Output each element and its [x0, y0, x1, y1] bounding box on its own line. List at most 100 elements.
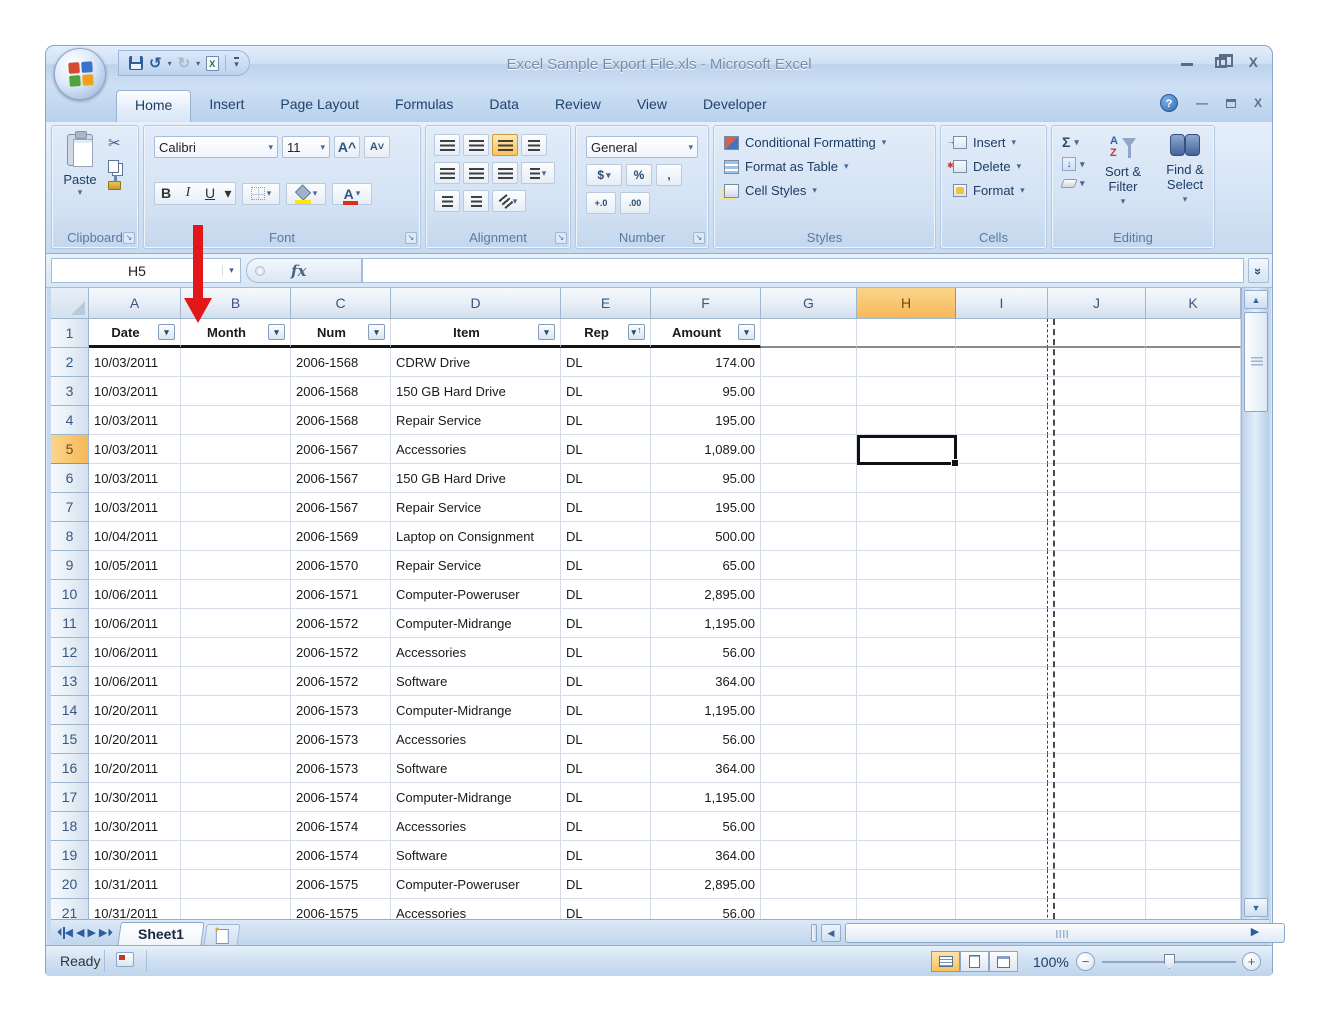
cell-H19[interactable] [857, 841, 956, 870]
row-header-9[interactable]: 9 [51, 551, 89, 580]
row-header-21[interactable]: 21 [51, 899, 89, 919]
orientation-button[interactable]: ▾ [492, 190, 526, 212]
cell-E10[interactable]: DL [561, 580, 651, 609]
autosum-button[interactable]: Σ▾ [1062, 134, 1085, 150]
copy-icon[interactable] [108, 160, 119, 173]
cell-E5[interactable]: DL [561, 435, 651, 464]
macro-record-icon[interactable] [116, 952, 134, 967]
comma-style-button[interactable]: , [656, 164, 682, 186]
cell-D5[interactable]: Accessories [391, 435, 561, 464]
paste-dropdown-icon[interactable]: ▾ [78, 187, 83, 198]
cell-D8[interactable]: Laptop on Consignment [391, 522, 561, 551]
cell-A13[interactable]: 10/06/2011 [89, 667, 181, 696]
cell-G7[interactable] [761, 493, 857, 522]
cell-C11[interactable]: 2006-1572 [291, 609, 391, 638]
cell-C14[interactable]: 2006-1573 [291, 696, 391, 725]
column-header-g[interactable]: G [761, 288, 857, 319]
cell-D13[interactable]: Software [391, 667, 561, 696]
cell-K18[interactable] [1146, 812, 1241, 841]
format-painter-icon[interactable] [108, 181, 121, 190]
cell-G3[interactable] [761, 377, 857, 406]
cell-E11[interactable]: DL [561, 609, 651, 638]
tab-data[interactable]: Data [471, 90, 537, 122]
cell-B5[interactable] [181, 435, 291, 464]
cell-G10[interactable] [761, 580, 857, 609]
cell-J11[interactable] [1048, 609, 1146, 638]
cell-A12[interactable]: 10/06/2011 [89, 638, 181, 667]
font-name-combo[interactable]: Calibri ▾ [154, 136, 278, 158]
cell-B13[interactable] [181, 667, 291, 696]
cell-I8[interactable] [956, 522, 1048, 551]
vertical-scrollbar[interactable]: ▲ ▼ [1241, 288, 1269, 919]
cell-J6[interactable] [1048, 464, 1146, 493]
cell-G21[interactable] [761, 899, 857, 919]
filter-dropdown-icon[interactable]: ▾ [268, 324, 285, 340]
cell-H21[interactable] [857, 899, 956, 919]
cell-I13[interactable] [956, 667, 1048, 696]
cell-F10[interactable]: 2,895.00 [651, 580, 761, 609]
cell-C3[interactable]: 2006-1568 [291, 377, 391, 406]
workbook-restore-icon[interactable] [1226, 99, 1236, 108]
cell-D10[interactable]: Computer-Poweruser [391, 580, 561, 609]
zoom-slider-handle[interactable] [1164, 954, 1175, 969]
filter-dropdown-icon[interactable]: ▾ [368, 324, 385, 340]
close-button[interactable]: X [1249, 54, 1258, 70]
clear-button[interactable]: ▾ [1062, 178, 1085, 189]
cell-K7[interactable] [1146, 493, 1241, 522]
row-header-11[interactable]: 11 [51, 609, 89, 638]
row-header-15[interactable]: 15 [51, 725, 89, 754]
filter-dropdown-icon[interactable]: ▾ [738, 324, 755, 340]
cell-E3[interactable]: DL [561, 377, 651, 406]
cell-D6[interactable]: 150 GB Hard Drive [391, 464, 561, 493]
cell-E15[interactable]: DL [561, 725, 651, 754]
cell-B11[interactable] [181, 609, 291, 638]
font-color-button[interactable]: A ▾ [332, 183, 372, 205]
italic-button[interactable]: I [177, 183, 199, 204]
cell-K6[interactable] [1146, 464, 1241, 493]
cell-G15[interactable] [761, 725, 857, 754]
cell-D17[interactable]: Computer-Midrange [391, 783, 561, 812]
zoom-out-icon[interactable]: − [1076, 952, 1095, 971]
expand-formula-bar-button[interactable]: » [1248, 258, 1269, 283]
cell-A7[interactable]: 10/03/2011 [89, 493, 181, 522]
cell-D19[interactable]: Software [391, 841, 561, 870]
cell-E19[interactable]: DL [561, 841, 651, 870]
cell-J16[interactable] [1048, 754, 1146, 783]
cell-E20[interactable]: DL [561, 870, 651, 899]
cell-B8[interactable] [181, 522, 291, 551]
cell-F7[interactable]: 195.00 [651, 493, 761, 522]
vertical-scrollbar-thumb[interactable] [1244, 312, 1268, 412]
cell-J20[interactable] [1048, 870, 1146, 899]
align-middle-button[interactable] [463, 134, 489, 156]
cell-H13[interactable] [857, 667, 956, 696]
cell-I3[interactable] [956, 377, 1048, 406]
conditional-formatting-button[interactable]: Conditional Formatting▾ [724, 135, 886, 150]
cell-H15[interactable] [857, 725, 956, 754]
cell-B15[interactable] [181, 725, 291, 754]
cell-A5[interactable]: 10/03/2011 [89, 435, 181, 464]
cell-G17[interactable] [761, 783, 857, 812]
grow-font-button[interactable]: A^ [334, 136, 360, 158]
cell-J14[interactable] [1048, 696, 1146, 725]
cell-H6[interactable] [857, 464, 956, 493]
insert-worksheet-tab[interactable] [203, 924, 240, 946]
cell-B2[interactable] [181, 348, 291, 377]
cell-E9[interactable]: DL [561, 551, 651, 580]
cell-E12[interactable]: DL [561, 638, 651, 667]
cell-J15[interactable] [1048, 725, 1146, 754]
cell-A1[interactable]: Date▾ [89, 319, 181, 348]
cell-C17[interactable]: 2006-1574 [291, 783, 391, 812]
cell-J13[interactable] [1048, 667, 1146, 696]
cell-G6[interactable] [761, 464, 857, 493]
cell-C2[interactable]: 2006-1568 [291, 348, 391, 377]
cell-A8[interactable]: 10/04/2011 [89, 522, 181, 551]
cell-H10[interactable] [857, 580, 956, 609]
cell-D12[interactable]: Accessories [391, 638, 561, 667]
cell-J18[interactable] [1048, 812, 1146, 841]
cell-H20[interactable] [857, 870, 956, 899]
font-dialog-launcher-icon[interactable]: ↘ [405, 232, 417, 244]
cell-B18[interactable] [181, 812, 291, 841]
row-header-19[interactable]: 19 [51, 841, 89, 870]
shrink-font-button[interactable]: A˅ [364, 136, 390, 158]
sheet-tab-sheet1[interactable]: Sheet1 [117, 922, 204, 946]
